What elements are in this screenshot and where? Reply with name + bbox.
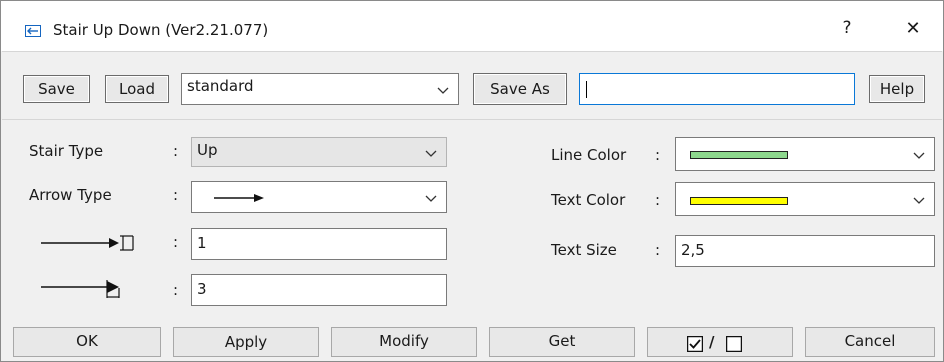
checked-box-icon — [687, 336, 703, 352]
stair-type-label: Stair Type — [29, 142, 104, 160]
colon: : — [655, 191, 661, 209]
unchecked-box-icon — [726, 336, 742, 352]
back-arrow-icon — [25, 25, 41, 37]
arrow-param-1-value: 1 — [197, 234, 207, 252]
help-button[interactable]: Help — [869, 75, 925, 103]
colon: : — [173, 186, 179, 204]
preset-select-value: standard — [187, 77, 254, 95]
arrow-type-select[interactable] — [191, 181, 447, 213]
colon: : — [655, 241, 661, 259]
check-toggle-button[interactable]: / — [647, 327, 793, 357]
chevron-down-icon — [437, 87, 449, 94]
text-size-label: Text Size — [551, 241, 617, 259]
text-caret — [586, 81, 587, 98]
chevron-down-icon — [425, 150, 437, 157]
toolbar-divider — [2, 119, 942, 120]
chevron-down-icon — [913, 152, 925, 159]
line-color-label: Line Color — [551, 146, 627, 164]
colon: : — [173, 233, 179, 251]
apply-button[interactable]: Apply — [173, 327, 319, 357]
chevron-down-icon — [425, 195, 437, 202]
title-bar: Stair Up Down (Ver2.21.077) ? ✕ — [1, 1, 943, 51]
arrow-param-1-input[interactable]: 1 — [191, 228, 447, 260]
text-color-label: Text Color — [551, 191, 626, 209]
arrow-type-label: Arrow Type — [29, 186, 112, 204]
load-button[interactable]: Load — [105, 75, 169, 103]
modify-button[interactable]: Modify — [331, 327, 477, 357]
text-size-value: 2,5 — [681, 241, 705, 259]
colon: : — [173, 142, 179, 160]
window-title: Stair Up Down (Ver2.21.077) — [53, 21, 269, 39]
colon: : — [655, 146, 661, 164]
text-size-input[interactable]: 2,5 — [675, 235, 935, 267]
save-as-name-input[interactable] — [579, 73, 855, 105]
colon: : — [173, 281, 179, 299]
arrow-param-2-input[interactable]: 3 — [191, 274, 447, 306]
preset-select[interactable]: standard — [181, 73, 459, 105]
ok-button[interactable]: OK — [13, 327, 161, 357]
line-color-select[interactable]: #8ed88e — [675, 137, 935, 171]
help-question-button[interactable]: ? — [837, 18, 857, 38]
title-divider — [2, 51, 942, 52]
stair-type-value: Up — [197, 141, 218, 159]
save-as-button[interactable]: Save As — [473, 73, 567, 105]
arrow-head-length-icon — [41, 280, 120, 298]
save-button[interactable]: Save — [23, 75, 90, 103]
toggle-separator: / — [709, 333, 715, 351]
text-color-select[interactable]: #ffff00 — [675, 182, 935, 216]
cancel-button[interactable]: Cancel — [805, 327, 935, 357]
right-arrow-icon — [214, 194, 264, 202]
line-color-swatch — [690, 151, 788, 159]
arrow-param-2-value: 3 — [197, 280, 207, 298]
close-button[interactable]: ✕ — [901, 18, 925, 39]
stair-type-select[interactable]: Up — [191, 137, 447, 167]
chevron-down-icon — [913, 197, 925, 204]
dialog-window: Stair Up Down (Ver2.21.077) ? ✕ Save Loa… — [0, 0, 944, 362]
get-button[interactable]: Get — [489, 327, 635, 357]
text-color-swatch — [690, 197, 788, 205]
arrow-head-width-icon — [41, 235, 134, 251]
